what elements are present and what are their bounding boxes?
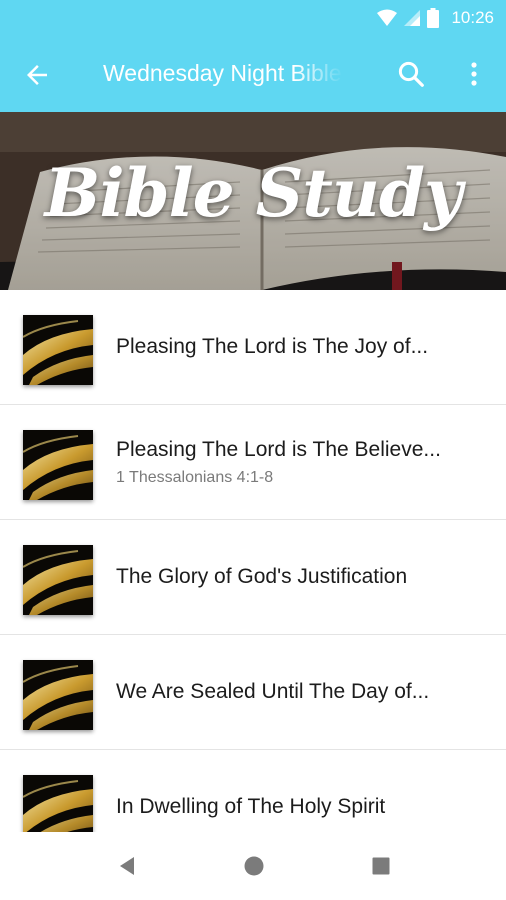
sermon-list: Pleasing The Lord is The Joy of... Pleas… [0,290,506,832]
system-nav-bar [0,832,506,900]
list-item[interactable]: In Dwelling of The Holy Spirit [0,750,506,832]
battery-icon [427,8,440,28]
bible-thumbnail-image [23,660,93,730]
list-item[interactable]: The Glory of God's Justification [0,520,506,635]
arrow-back-icon[interactable] [22,60,52,90]
list-item[interactable]: We Are Sealed Until The Day of... [0,635,506,750]
list-item-subtitle: 1 Thessalonians 4:1-8 [116,468,274,486]
wifi-icon [377,9,398,26]
banner-title: Bible Study [44,154,463,232]
home-circle-icon[interactable] [242,854,266,878]
list-item-title: We Are Sealed Until The Day of... [116,680,430,703]
list-item[interactable]: Pleasing The Lord is The Joy of... [0,290,506,405]
list-item-text: In Dwelling of The Holy Spirit [116,750,488,832]
list-item[interactable]: Pleasing The Lord is The Believe... 1 Th… [0,405,506,520]
status-icons: 10:26 [377,6,494,30]
header-banner: Bible Study [0,112,506,290]
search-icon[interactable] [396,59,426,89]
list-item-title: The Glory of God's Justification [116,565,408,588]
list-item-title: Pleasing The Lord is The Joy of... [116,335,429,358]
list-item-text: We Are Sealed Until The Day of... [116,635,488,749]
list-item-text: Pleasing The Lord is The Joy of... [116,290,488,404]
bible-thumbnail-image [23,775,93,832]
bible-thumbnail-image [23,315,93,385]
list-item-text: The Glory of God's Justification [116,520,488,634]
more-vert-icon[interactable] [462,59,486,89]
recents-square-icon[interactable] [369,854,393,878]
page-title: Wednesday Night Bible Study [103,60,343,86]
bible-thumbnail-image [23,545,93,615]
app-bar: Wednesday Night Bible Study [0,36,506,112]
status-bar: 10:26 [0,0,506,36]
list-item-title: Pleasing The Lord is The Believe... [116,437,441,461]
list-item-title: In Dwelling of The Holy Spirit [116,795,386,818]
list-item-text: Pleasing The Lord is The Believe... 1 Th… [116,405,488,519]
status-time: 10:26 [451,8,494,27]
bible-thumbnail-image [23,430,93,500]
back-triangle-icon[interactable] [116,854,140,878]
cell-signal-icon [404,10,421,26]
